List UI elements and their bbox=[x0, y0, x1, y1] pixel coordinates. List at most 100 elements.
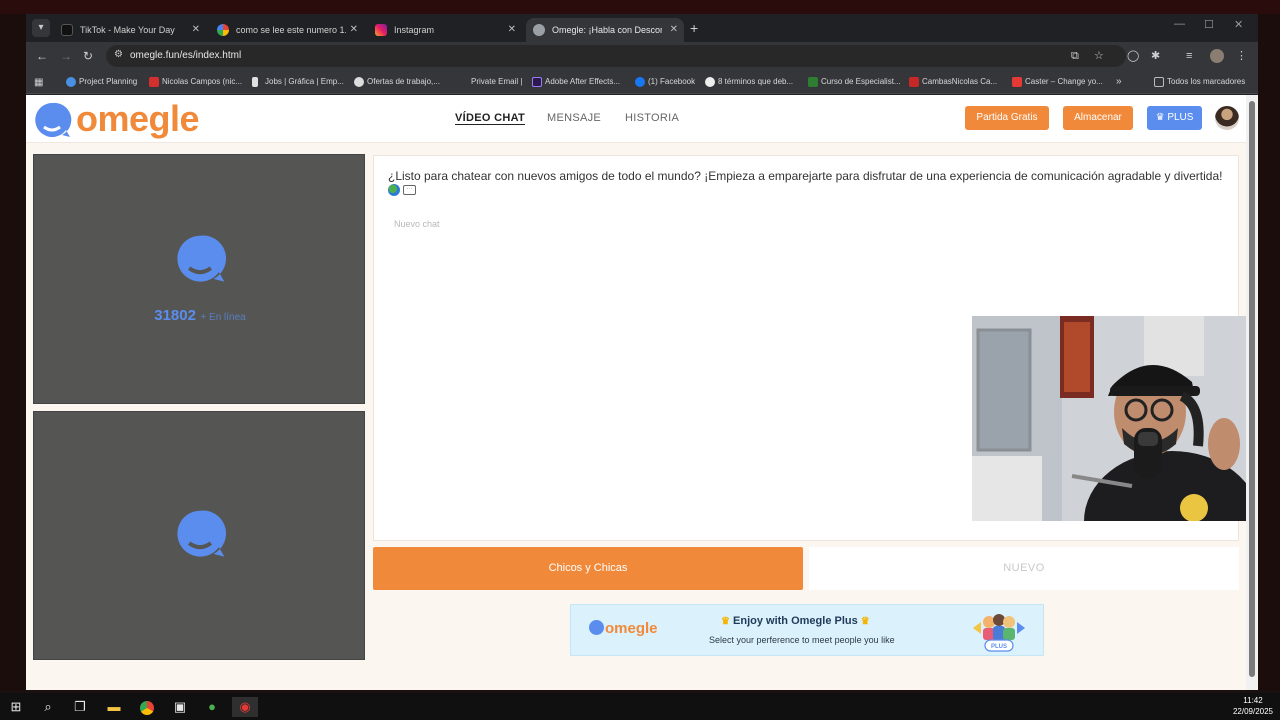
globe-icon bbox=[388, 184, 400, 197]
more-bookmarks-button[interactable]: » bbox=[1116, 70, 1122, 94]
people-plus-icon: PLUS bbox=[973, 614, 1025, 652]
after-effects-icon bbox=[532, 77, 542, 87]
site-info-icon[interactable]: ⚙ bbox=[114, 49, 123, 60]
speech-bubble-icon: ··· bbox=[403, 185, 416, 196]
tab-strip: ▾ TikTok - Make Your Day ✕ como se lee e… bbox=[26, 14, 1258, 42]
store-button[interactable]: Almacenar bbox=[1063, 106, 1133, 130]
bookmark-item[interactable]: Jobs | Gráfica | Emp... bbox=[252, 70, 344, 94]
match-gender-button[interactable]: Chicos y Chicas bbox=[373, 547, 803, 590]
new-tab-button[interactable]: + bbox=[690, 18, 698, 38]
omegle-logo-icon[interactable] bbox=[32, 101, 72, 141]
tab-tiktok[interactable]: TikTok - Make Your Day ✕ bbox=[54, 18, 206, 42]
omegle-placeholder-icon bbox=[177, 510, 227, 557]
webcam-overlay bbox=[972, 316, 1246, 521]
browser-toolbar: ← → ↻ ⚙ omegle.fun/es/index.html ⧉ ☆ ◯ ✱… bbox=[26, 42, 1258, 70]
close-window-icon[interactable]: ✕ bbox=[1234, 18, 1243, 31]
close-icon[interactable]: ✕ bbox=[192, 18, 200, 42]
bookmark-icon bbox=[909, 77, 919, 87]
windows-start-icon[interactable]: ⊞ bbox=[6, 697, 26, 717]
file-explorer-icon[interactable]: ▬ bbox=[104, 697, 124, 717]
google-icon bbox=[217, 24, 229, 36]
address-bar[interactable]: ⚙ omegle.fun/es/index.html bbox=[106, 45, 1126, 67]
user-avatar[interactable] bbox=[1215, 106, 1239, 130]
reload-icon[interactable]: ↻ bbox=[83, 47, 93, 65]
media-icon[interactable]: ≡ bbox=[1186, 49, 1192, 63]
bookmark-item[interactable]: Private Email | bbox=[458, 70, 522, 94]
bookmark-item[interactable]: CambasNicolas Ca... bbox=[909, 70, 997, 94]
scrollbar-thumb[interactable] bbox=[1249, 101, 1255, 677]
profile-avatar[interactable] bbox=[1210, 49, 1224, 63]
crown-icon: ♛ bbox=[1155, 112, 1165, 123]
omegle-plus-banner[interactable]: omegle ♛ Enjoy with Omegle Plus ♛ Select… bbox=[570, 604, 1044, 656]
bookmark-icon bbox=[66, 77, 76, 87]
nav-history[interactable]: HISTORIA bbox=[625, 95, 679, 141]
facebook-icon bbox=[635, 77, 645, 87]
new-chat-button[interactable]: NUEVO bbox=[809, 547, 1239, 590]
minimize-icon[interactable]: — bbox=[1174, 18, 1185, 30]
page-scrollbar[interactable] bbox=[1246, 95, 1258, 690]
bookmark-icon bbox=[1012, 77, 1022, 87]
info-icon bbox=[354, 77, 364, 87]
apps-grid-icon[interactable]: ▦ bbox=[34, 76, 43, 90]
crown-icon: ♛ bbox=[860, 616, 870, 627]
puzzle-icon[interactable]: ✱ bbox=[1151, 49, 1160, 63]
close-icon[interactable]: ✕ bbox=[350, 18, 358, 42]
bookmark-icon bbox=[705, 77, 715, 87]
all-bookmarks-folder[interactable]: Todos los marcadores bbox=[1154, 70, 1245, 94]
screen-top-border bbox=[0, 0, 1280, 14]
bookmark-icon bbox=[458, 77, 468, 87]
url-text: omegle.fun/es/index.html bbox=[130, 50, 242, 61]
tab-omegle[interactable]: Omegle: ¡Habla con Desconoci ✕ bbox=[526, 18, 684, 42]
stranger-video-panel: 31802 + En línea bbox=[33, 154, 365, 404]
welcome-message: ¿Listo para chatear con nuevos amigos de… bbox=[388, 169, 1223, 183]
self-video-panel bbox=[33, 411, 365, 660]
system-clock[interactable]: 11:42 22/09/2025 bbox=[1228, 695, 1278, 717]
maximize-icon[interactable]: ☐ bbox=[1204, 18, 1214, 31]
back-icon[interactable]: ← bbox=[36, 47, 48, 65]
mail-icon bbox=[149, 77, 159, 87]
extension-icon[interactable]: ◯ bbox=[1127, 49, 1139, 63]
bookmark-item[interactable]: Ofertas de trabajo,... bbox=[354, 70, 440, 94]
bookmark-item[interactable]: Caster – Change yo... bbox=[1012, 70, 1103, 94]
install-app-icon[interactable]: ⧉ bbox=[1071, 49, 1079, 63]
recording-app-icon[interactable]: ◉ bbox=[232, 697, 258, 717]
plus-badge-text: PLUS bbox=[991, 644, 1007, 650]
folder-icon bbox=[1154, 77, 1164, 87]
browser-window: ▾ TikTok - Make Your Day ✕ como se lee e… bbox=[26, 14, 1258, 690]
utorrent-icon[interactable]: ● bbox=[202, 697, 222, 717]
bookmark-item[interactable]: Curso de Especialist... bbox=[808, 70, 901, 94]
bookmark-item[interactable]: Nicolas Campos (nic... bbox=[149, 70, 242, 94]
menu-icon[interactable]: ⋮ bbox=[1236, 49, 1247, 63]
bookmark-item[interactable]: Project Planning bbox=[66, 70, 137, 94]
bookmark-icon bbox=[808, 77, 818, 87]
forward-icon[interactable]: → bbox=[60, 47, 72, 65]
close-icon[interactable]: ✕ bbox=[508, 18, 516, 42]
instagram-icon bbox=[375, 24, 387, 36]
crown-icon: ♛ bbox=[721, 616, 730, 627]
tiktok-icon bbox=[61, 24, 73, 36]
bookmark-icon bbox=[252, 77, 258, 87]
banner-logo: omegle bbox=[589, 620, 658, 637]
tab-google-search[interactable]: como se lee este numero 1.025 ✕ bbox=[210, 18, 364, 42]
omegle-logo-icon bbox=[589, 620, 604, 635]
task-view-icon[interactable]: ❐ bbox=[70, 697, 90, 717]
tab-instagram[interactable]: Instagram ✕ bbox=[368, 18, 522, 42]
nav-message[interactable]: MENSAJE bbox=[547, 95, 601, 141]
tab-search-button[interactable]: ▾ bbox=[32, 19, 50, 37]
bookmark-item[interactable]: 8 términos que deb... bbox=[705, 70, 793, 94]
windows-taskbar: ⊞ ⌕ ❐ ▬ ▣ ● ◉ 11:42 22/09/2025 bbox=[0, 693, 1280, 720]
nav-video-chat[interactable]: VÍDEO CHAT bbox=[455, 95, 526, 141]
welcome-emojis: ··· bbox=[388, 184, 416, 197]
store-icon[interactable]: ▣ bbox=[170, 697, 190, 717]
bookmark-star-icon[interactable]: ☆ bbox=[1094, 49, 1104, 63]
search-icon[interactable]: ⌕ bbox=[38, 697, 58, 717]
site-logo[interactable]: omegle bbox=[76, 97, 200, 141]
site-header: omegle VÍDEO CHAT MENSAJE HISTORIA Parti… bbox=[26, 95, 1246, 143]
bookmark-item[interactable]: (1) Facebook bbox=[635, 70, 695, 94]
plus-button[interactable]: ♛ PLUS bbox=[1147, 106, 1202, 130]
free-game-button[interactable]: Partida Gratis bbox=[965, 106, 1049, 130]
chrome-icon[interactable] bbox=[137, 697, 157, 717]
bookmark-item[interactable]: Adobe After Effects... bbox=[532, 70, 620, 94]
globe-icon bbox=[533, 24, 545, 36]
close-icon[interactable]: ✕ bbox=[670, 18, 678, 42]
